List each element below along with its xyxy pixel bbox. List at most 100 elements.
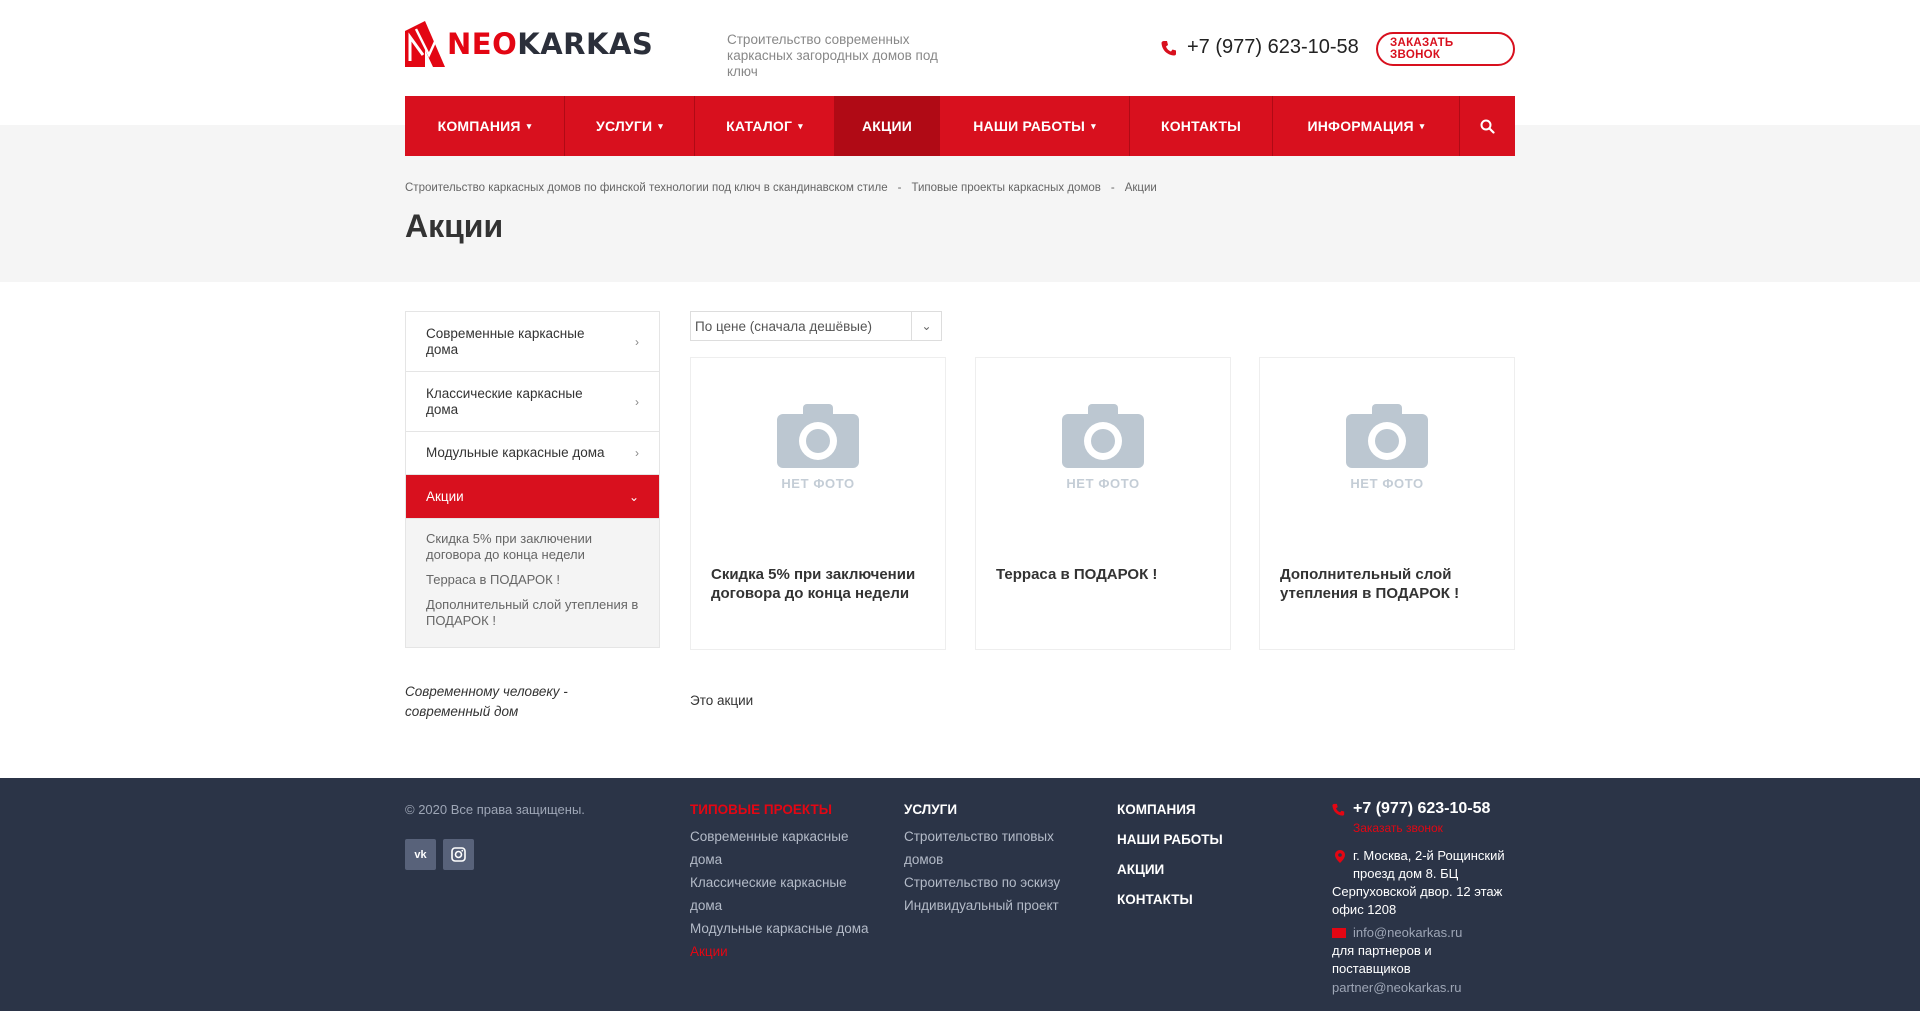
footer-col-title[interactable]: ТИПОВЫЕ ПРОЕКТЫ [690, 802, 880, 817]
header: NEOKARKAS Строительство современных карк… [405, 0, 1515, 96]
breadcrumb-separator: - [1110, 182, 1115, 194]
camera-icon [1062, 404, 1144, 468]
no-photo-label: НЕТ ФОТО [1350, 476, 1424, 491]
card-title[interactable]: Дополнительный слой утепления в ПОДАРОК … [1280, 565, 1495, 603]
footer-phone-number: +7 (977) 623-10-58 [1353, 800, 1491, 817]
sort-value: По цене (сначала дешёвые) [695, 318, 872, 334]
logo-mark-icon [405, 21, 445, 67]
sidebar-subitem-insulation[interactable]: Дополнительный слой утепления в ПОДАРОК … [426, 597, 639, 629]
nav-item-services[interactable]: УСЛУГИ ▾ [565, 96, 695, 156]
nav-label: АКЦИИ [861, 118, 912, 134]
footer-link[interactable]: Индивидуальный проект [904, 894, 1084, 917]
footer-link[interactable]: НАШИ РАБОТЫ [1117, 832, 1277, 847]
footer-phone[interactable]: +7 (977) 623-10-58 [1332, 800, 1522, 818]
sort-select[interactable]: По цене (сначала дешёвые) ⌄ [690, 311, 942, 341]
breadcrumb-current: Акции [1124, 182, 1157, 194]
sidebar-item-classic[interactable]: Классические каркасные дома › [406, 372, 659, 432]
nav-search-button[interactable] [1460, 96, 1515, 156]
card-title[interactable]: Терраса в ПОДАРОК ! [996, 565, 1211, 584]
nav-label: УСЛУГИ [596, 118, 653, 134]
sidebar-item-modular[interactable]: Модульные каркасные дома › [406, 432, 659, 475]
no-photo-placeholder: НЕТ ФОТО [691, 402, 945, 491]
envelope-icon [1332, 927, 1346, 938]
no-photo-placeholder: НЕТ ФОТО [1260, 402, 1514, 491]
nav-item-actions[interactable]: АКЦИИ [835, 96, 940, 156]
phone-icon [1332, 803, 1345, 816]
nav-item-info[interactable]: ИНФОРМАЦИЯ ▾ [1273, 96, 1460, 156]
footer-link[interactable]: КОНТАКТЫ [1117, 892, 1277, 907]
camera-icon [1346, 404, 1428, 468]
sidebar-subitem-terrace[interactable]: Терраса в ПОДАРОК ! [426, 572, 639, 588]
sidebar-subitem-discount[interactable]: Скидка 5% при заключении договора до кон… [426, 531, 639, 563]
logo[interactable]: NEOKARKAS [405, 21, 653, 67]
nav-item-catalog[interactable]: КАТАЛОГ ▾ [695, 96, 835, 156]
footer-link[interactable]: Строительство по эскизу [904, 871, 1084, 894]
slogan: Современному человеку - современный дом [405, 684, 568, 719]
header-phone-number: +7 (977) 623-10-58 [1187, 36, 1359, 58]
nav-label: КОНТАКТЫ [1160, 118, 1242, 134]
chevron-down-icon: ⌄ [628, 489, 639, 504]
chevron-right-icon: › [635, 394, 639, 409]
callback-button[interactable]: ЗАКАЗАТЬ ЗВОНОК [1376, 32, 1515, 66]
nav-item-company[interactable]: КОМПАНИЯ ▾ [405, 96, 565, 156]
footer-col-main: КОМПАНИЯ НАШИ РАБОТЫ АКЦИИ КОНТАКТЫ [1117, 802, 1277, 922]
tagline: Строительство современных каркасных заго… [727, 32, 938, 79]
page-title: Акции [405, 208, 504, 244]
footer-col-projects: ТИПОВЫЕ ПРОЕКТЫ Современные каркасные до… [690, 802, 880, 963]
nav-label: КОМПАНИЯ [437, 118, 521, 134]
nav-item-contacts[interactable]: КОНТАКТЫ [1130, 96, 1273, 156]
breadcrumb-separator: - [897, 182, 902, 194]
product-card[interactable]: НЕТ ФОТО Терраса в ПОДАРОК ! [975, 357, 1231, 650]
sidebar-item-label: Акции [426, 488, 464, 504]
nav-item-works[interactable]: НАШИ РАБОТЫ ▾ [940, 96, 1130, 156]
no-photo-label: НЕТ ФОТО [1066, 476, 1140, 491]
breadcrumb-link-home[interactable]: Строительство каркасных домов по финской… [405, 182, 888, 194]
camera-icon [777, 404, 859, 468]
footer-partner-email[interactable]: partner@neokarkas.ru [1332, 980, 1522, 995]
main-nav: КОМПАНИЯ ▾ УСЛУГИ ▾ КАТАЛОГ ▾ АКЦИИ НАШИ РА… [405, 96, 1515, 156]
footer-col-title[interactable]: УСЛУГИ [904, 802, 1084, 817]
footer-callback-link[interactable]: Заказать звонок [1353, 821, 1522, 835]
nav-label: НАШИ РАБОТЫ [973, 118, 1086, 134]
card-title[interactable]: Скидка 5% при заключении договора до кон… [711, 565, 926, 603]
footer-link[interactable]: Классические каркасные дома [690, 871, 880, 917]
no-photo-label: НЕТ ФОТО [781, 476, 855, 491]
footer-link[interactable]: Модульные каркасные дома [690, 917, 880, 940]
chevron-down-icon: ▾ [658, 120, 663, 131]
phone-icon [1161, 40, 1176, 55]
footer-address-line2: Серпуховской двор. 12 этаж офис 1208 [1332, 884, 1503, 917]
sidebar: Современные каркасные дома › Классические… [405, 311, 660, 648]
sidebar-item-actions[interactable]: Акции ⌄ [406, 475, 659, 519]
breadcrumb-link-projects[interactable]: Типовые проекты каркасных домов [911, 182, 1100, 194]
footer-partners-label: для партнеров и поставщиков [1332, 943, 1432, 976]
logo-text: NEOKARKAS [447, 27, 653, 61]
no-photo-placeholder: НЕТ ФОТО [976, 402, 1230, 491]
chevron-right-icon: › [635, 334, 639, 349]
chevron-down-icon[interactable]: ⌄ [911, 312, 941, 340]
product-card[interactable]: НЕТ ФОТО Дополнительный слой утепления в… [1259, 357, 1515, 650]
footer-col-services: УСЛУГИ Строительство типовых домов Строи… [904, 802, 1084, 917]
logo-karkas: KARKAS [517, 27, 654, 61]
nav-label: ИНФОРМАЦИЯ [1307, 118, 1414, 134]
chevron-down-icon: ▾ [798, 120, 803, 131]
instagram-glyph [451, 847, 466, 862]
instagram-icon[interactable] [443, 839, 474, 870]
copyright: © 2020 Все права защищены. [405, 802, 585, 817]
footer-link[interactable]: Строительство типовых домов [904, 825, 1084, 871]
footer-link-active[interactable]: Акции [690, 940, 880, 963]
chevron-down-icon: ▾ [1419, 120, 1425, 131]
header-phone[interactable]: +7 (977) 623-10-58 [1161, 36, 1359, 59]
footer-email[interactable]: info@neokarkas.ru [1332, 925, 1522, 940]
sidebar-item-modern[interactable]: Современные каркасные дома › [406, 312, 659, 372]
nav-label: КАТАЛОГ [726, 118, 793, 134]
footer-address: г. Москва, 2-й Рощинский проезд дом 8. Б… [1332, 847, 1522, 919]
search-icon [1480, 119, 1495, 134]
product-card[interactable]: НЕТ ФОТО Скидка 5% при заключении догово… [690, 357, 946, 650]
footer-link[interactable]: АКЦИИ [1117, 862, 1277, 877]
vk-icon[interactable]: vk [405, 839, 436, 870]
footer-link[interactable]: КОМПАНИЯ [1117, 802, 1277, 817]
footer-email-text: info@neokarkas.ru [1353, 925, 1463, 940]
footer-contacts: +7 (977) 623-10-58 Заказать звонок г. Мо… [1332, 800, 1522, 995]
sidebar-submenu: Скидка 5% при заключении договора до кон… [406, 519, 659, 647]
footer-link[interactable]: Современные каркасные дома [690, 825, 880, 871]
